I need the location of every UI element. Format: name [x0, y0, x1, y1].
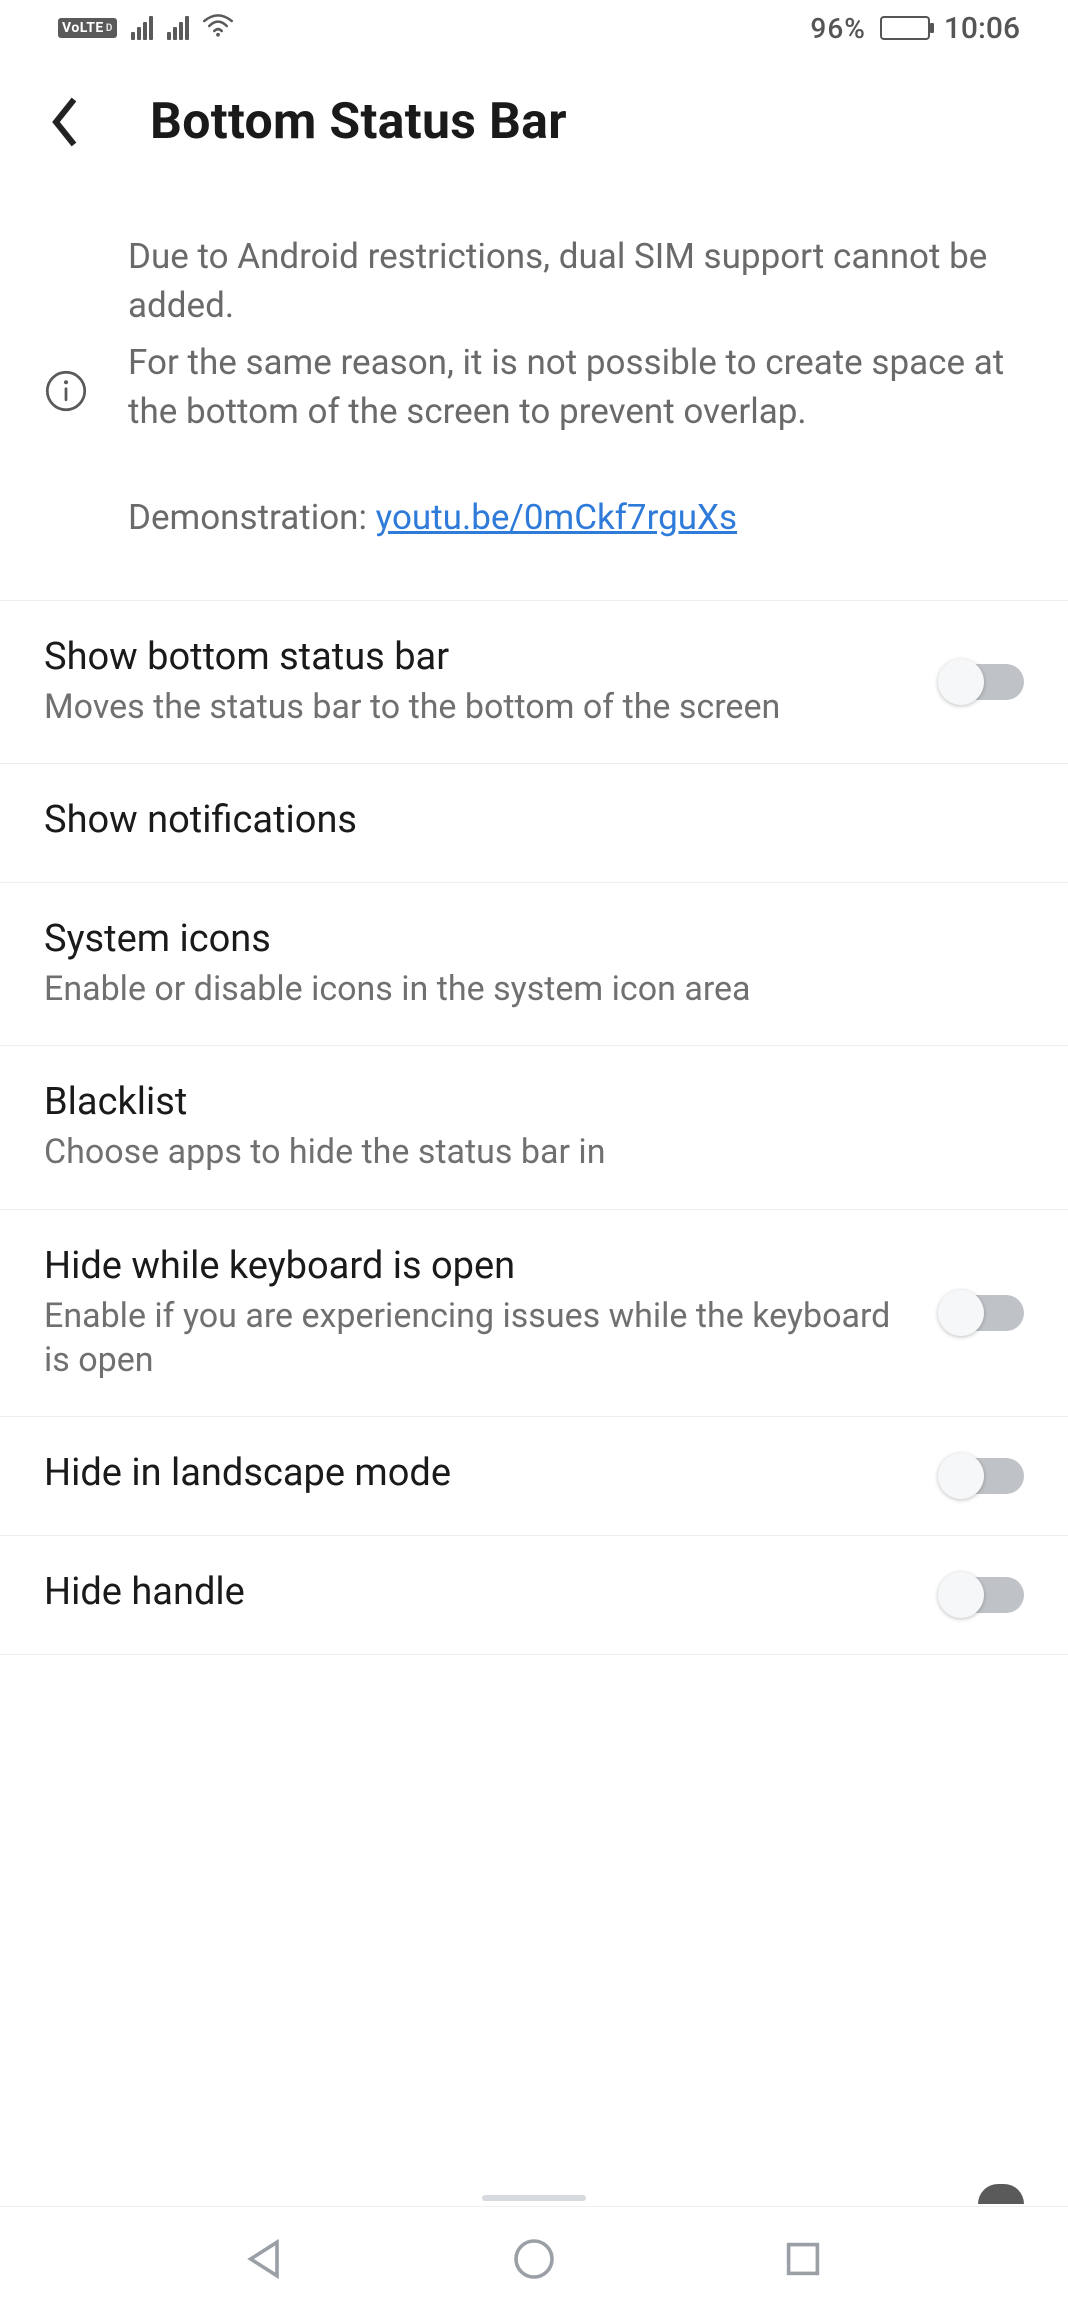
- divider: [0, 1654, 1068, 1655]
- nav-handle: [482, 2195, 586, 2201]
- info-note: Due to Android restrictions, dual SIM su…: [0, 212, 1068, 600]
- battery-percent: 96%: [810, 12, 865, 45]
- setting-title: Hide handle: [44, 1570, 920, 1614]
- volte-icon: VoLTED: [58, 18, 117, 38]
- nav-home-button[interactable]: [510, 2235, 558, 2287]
- toggle-hide-landscape[interactable]: [940, 1458, 1024, 1494]
- setting-title: Blacklist: [44, 1080, 1024, 1124]
- page-title: Bottom Status Bar: [150, 93, 567, 151]
- info-text: Due to Android restrictions, dual SIM su…: [128, 232, 1024, 550]
- setting-subtitle: Moves the status bar to the bottom of th…: [44, 685, 920, 729]
- settings-list: Show bottom status bar Moves the status …: [0, 601, 1068, 2206]
- setting-system-icons[interactable]: System icons Enable or disable icons in …: [0, 883, 1068, 1045]
- setting-title: Show bottom status bar: [44, 635, 920, 679]
- setting-title: System icons: [44, 917, 1024, 961]
- toggle-hide-keyboard[interactable]: [940, 1295, 1024, 1331]
- status-left-cluster: VoLTED: [58, 12, 233, 45]
- info-icon: [44, 369, 88, 413]
- setting-subtitle: Choose apps to hide the status bar in: [44, 1130, 1024, 1174]
- setting-subtitle: Enable or disable icons in the system ic…: [44, 967, 1024, 1011]
- battery-icon: [880, 16, 930, 40]
- setting-show-notifications[interactable]: Show notifications: [0, 764, 1068, 882]
- toggle-hide-handle[interactable]: [940, 1577, 1024, 1613]
- toggle-show-bottom[interactable]: [940, 664, 1024, 700]
- setting-title: Show notifications: [44, 798, 1024, 842]
- info-line-1: Due to Android restrictions, dual SIM su…: [128, 232, 1024, 330]
- back-button[interactable]: [40, 92, 90, 152]
- setting-title: Hide in landscape mode: [44, 1451, 920, 1495]
- setting-subtitle: Enable if you are experiencing issues wh…: [44, 1294, 920, 1382]
- setting-hide-while-keyboard-open[interactable]: Hide while keyboard is open Enable if yo…: [0, 1210, 1068, 1416]
- clock: 10:06: [944, 11, 1020, 46]
- header: Bottom Status Bar: [0, 56, 1068, 212]
- cell-signal-1-icon: [131, 16, 153, 40]
- chevron-left-icon: [45, 95, 85, 149]
- setting-title: Hide while keyboard is open: [44, 1244, 920, 1288]
- demo-link[interactable]: youtu.be/0mCkf7rguXs: [376, 497, 737, 538]
- wifi-icon: [203, 12, 233, 45]
- triangle-back-icon: [241, 2235, 289, 2283]
- circle-home-icon: [510, 2235, 558, 2283]
- demo-label: Demonstration:: [128, 497, 376, 538]
- setting-hide-landscape[interactable]: Hide in landscape mode: [0, 1417, 1068, 1535]
- system-status-bar: VoLTED 96% 10:06: [0, 0, 1068, 56]
- setting-hide-handle[interactable]: Hide handle: [0, 1536, 1068, 1654]
- cell-signal-2-icon: [167, 16, 189, 40]
- square-recents-icon: [779, 2235, 827, 2283]
- status-right-cluster: 96% 10:06: [810, 11, 1020, 46]
- setting-blacklist[interactable]: Blacklist Choose apps to hide the status…: [0, 1046, 1068, 1208]
- nav-recents-button[interactable]: [779, 2235, 827, 2287]
- nav-back-button[interactable]: [241, 2235, 289, 2287]
- system-nav-bar: [0, 2206, 1068, 2314]
- info-line-2: For the same reason, it is not possible …: [128, 338, 1024, 436]
- setting-show-bottom-status-bar[interactable]: Show bottom status bar Moves the status …: [0, 601, 1068, 763]
